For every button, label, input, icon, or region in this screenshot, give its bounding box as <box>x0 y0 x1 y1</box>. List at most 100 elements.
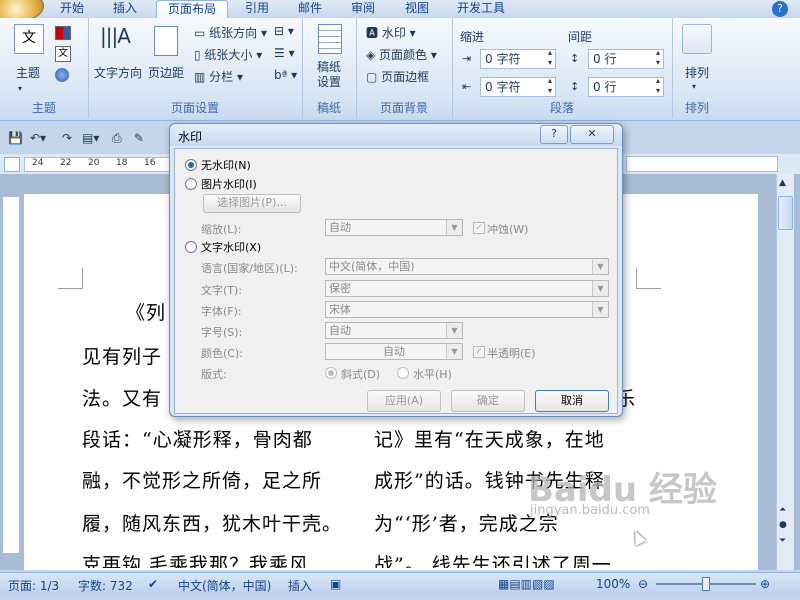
tab-references[interactable]: 引用 <box>236 0 278 18</box>
radio-picture-watermark[interactable] <box>185 178 197 190</box>
language-select[interactable]: 中文(简体，中国) ▼ <box>325 258 609 275</box>
proofing-icon[interactable]: ✔ <box>148 577 158 591</box>
picture-watermark-label: 图片水印(I) <box>201 178 257 191</box>
page-border-label: 页面边框 <box>381 70 430 84</box>
help-icon[interactable]: ? <box>772 1 788 17</box>
ok-button[interactable]: 确定 <box>451 390 525 412</box>
radio-diagonal[interactable] <box>325 367 337 379</box>
tab-view[interactable]: 视图 <box>396 0 438 18</box>
corner-mark <box>58 268 83 289</box>
radio-text-watermark[interactable] <box>185 241 197 253</box>
language-status[interactable]: 中文(简体，中国) <box>178 577 271 594</box>
no-watermark-label: 无水印(N) <box>201 159 251 172</box>
orientation-label: 纸张方向 <box>209 26 258 40</box>
theme-colors-icon[interactable] <box>55 26 71 40</box>
group-paragraph: 缩进 间距 ⇥ 0 字符 ⇤ 0 字符 ↕ 0 行 ↕ 0 行 段落 <box>452 18 673 118</box>
apply-button[interactable]: 应用(A) <box>367 390 441 412</box>
theme-fonts-icon[interactable]: 文 <box>55 46 71 62</box>
zoom-level[interactable]: 100% <box>596 577 630 591</box>
theme-effects-icon[interactable] <box>55 68 69 82</box>
arrange-button[interactable]: 排列 <box>676 64 718 81</box>
font-select[interactable]: 宋体 ▼ <box>325 301 609 318</box>
manuscript-button[interactable]: 稿纸 设置 <box>304 60 354 90</box>
tab-mailings[interactable]: 邮件 <box>290 0 330 18</box>
washout-checkbox[interactable]: ✓ <box>473 222 485 234</box>
macro-icon[interactable]: ▣ <box>330 577 341 591</box>
text-direction-button[interactable]: 文字方向 <box>92 64 144 81</box>
indent-left-input[interactable]: 0 字符 <box>480 48 556 69</box>
select-picture-button[interactable]: 选择图片(P)... <box>203 194 301 213</box>
help-button[interactable]: ? <box>540 125 568 144</box>
next-page-icon[interactable]: ⏷ <box>779 536 786 546</box>
hyphenation-button[interactable]: bª ▾ <box>274 68 297 82</box>
zoom-in-icon[interactable]: ⊕ <box>760 577 770 591</box>
watermark-label: 水印 <box>381 26 406 40</box>
spacing-before-input[interactable]: 0 行 <box>588 48 664 69</box>
zoom-out-icon[interactable]: ⊖ <box>638 577 648 591</box>
print-preview-icon[interactable]: ⎙ <box>112 131 122 146</box>
page-color-button[interactable]: ◈ 页面颜色 ▾ <box>366 46 437 63</box>
ruler-number: 18 <box>116 158 128 168</box>
tab-developer[interactable]: 开发工具 <box>448 0 514 18</box>
watermark-icon: 🅰 <box>366 26 382 40</box>
tab-selector-icon[interactable] <box>4 157 20 172</box>
scale-select[interactable]: 自动 ▼ <box>325 219 463 236</box>
page-border-button[interactable]: ▢ 页面边框 <box>366 68 429 85</box>
semitransparent-checkbox[interactable]: ✓ <box>473 346 485 358</box>
horizontal-label: 水平(H) <box>413 368 452 381</box>
doc-line: 法。又有 <box>82 388 163 410</box>
tab-home[interactable]: 开始 <box>52 0 92 18</box>
chevron-down-icon: ▼ <box>446 220 462 235</box>
columns-button[interactable]: ▥ 分栏 ▾ <box>194 68 243 85</box>
size-select[interactable]: 自动 ▼ <box>325 322 463 339</box>
view-buttons-icon[interactable]: ▦▤▥▧▨ <box>498 577 555 591</box>
radio-horizontal[interactable] <box>397 367 409 379</box>
indent-right-input[interactable]: 0 字符 <box>480 76 556 97</box>
margins-button[interactable]: 页边距 <box>146 64 186 81</box>
doc-line: 战”。 线先生还引述了周一 <box>374 554 612 568</box>
radio-no-watermark[interactable] <box>185 159 197 171</box>
spacing-after-input[interactable]: 0 行 <box>588 76 664 97</box>
doc-line: 段话：“心凝形释，骨肉都 <box>82 429 313 451</box>
zoom-slider-thumb[interactable] <box>702 577 710 591</box>
scrollbar-thumb[interactable] <box>778 196 793 230</box>
watermark-button[interactable]: 🅰 水印 ▾ <box>366 24 416 41</box>
undo-icon[interactable]: ↶▾ <box>30 131 46 145</box>
size-button[interactable]: ▯ 纸张大小 ▾ <box>194 46 262 63</box>
spelling-icon[interactable]: ✎ <box>134 131 144 145</box>
ruler-strip <box>24 157 180 172</box>
ribbon-tab-bar: 开始 插入 页面布局 引用 邮件 审阅 视图 开发工具 ? <box>0 0 800 22</box>
page-color-icon: ◈ <box>366 48 380 62</box>
doc-line: 履，随风东西，犹木叶干壳。 <box>82 513 343 535</box>
size-value: 自动 <box>329 324 351 337</box>
corner-mark <box>636 268 661 289</box>
prev-page-icon[interactable]: ⏶ <box>779 505 786 515</box>
manuscript-icon <box>318 24 342 54</box>
save-icon[interactable]: 💾 <box>8 131 23 145</box>
word-count[interactable]: 字数: 732 <box>78 577 133 594</box>
cancel-button[interactable]: 取消 <box>535 390 609 412</box>
redo-icon[interactable]: ↷ <box>62 131 72 145</box>
line-numbers-button[interactable]: ☰ ▾ <box>274 46 295 60</box>
dialog-title: 水印 <box>178 130 203 144</box>
group-label: 排列 <box>684 101 709 115</box>
scale-label: 缩放(L): <box>201 223 242 236</box>
tab-review[interactable]: 审阅 <box>342 0 384 18</box>
insert-mode[interactable]: 插入 <box>288 577 312 594</box>
text-select[interactable]: 保密 ▼ <box>325 280 609 297</box>
orientation-button[interactable]: ▭ 纸张方向 ▾ <box>194 24 267 41</box>
chevron-down-icon: ▼ <box>592 281 608 296</box>
scroll-up-icon[interactable]: ▲ <box>779 178 786 188</box>
page-count[interactable]: 页面: 1/3 <box>8 577 59 594</box>
tab-page-layout[interactable]: 页面布局 <box>156 0 228 19</box>
browse-object-icon[interactable]: ● <box>779 520 787 530</box>
themes-button[interactable]: 主题 <box>8 64 48 81</box>
layout-label: 版式: <box>201 368 227 381</box>
tab-insert[interactable]: 插入 <box>104 0 146 18</box>
doc-line-clipped: 克再钩 毛乘我那？我乘风 战”。 线先生还引述了周一 <box>82 552 642 568</box>
arrange-icon <box>682 24 712 54</box>
close-button[interactable]: ✕ <box>570 125 614 144</box>
color-select[interactable]: 自动 ▼ <box>325 343 463 360</box>
customize-icon[interactable]: ▤▾ <box>82 131 99 145</box>
breaks-button[interactable]: ⊟ ▾ <box>274 24 294 38</box>
